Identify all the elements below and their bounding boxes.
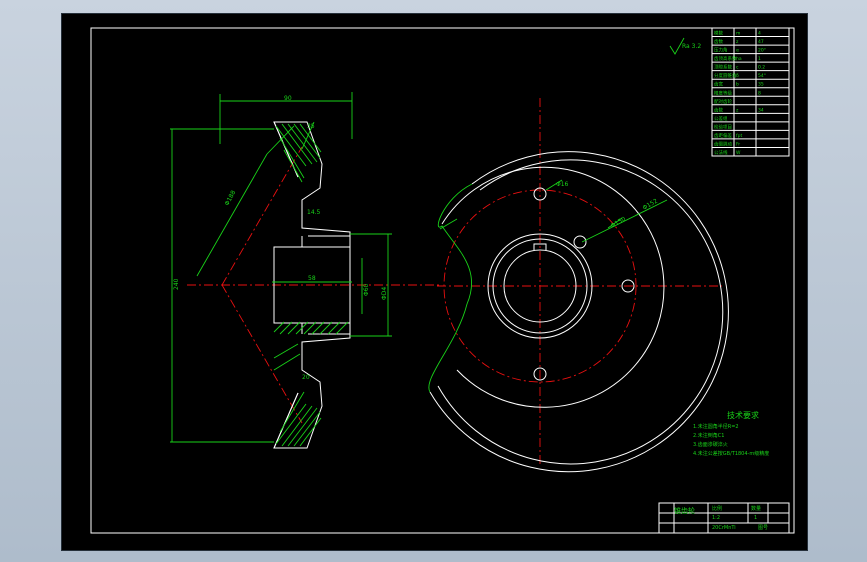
- dim-shaft-dia: Φ60: [363, 283, 370, 296]
- param-cell: 34: [758, 107, 764, 113]
- param-cell: 35: [758, 82, 764, 88]
- param-cell: 54°: [758, 73, 766, 79]
- dim-web: 20: [302, 374, 310, 381]
- param-cell: α: [736, 49, 739, 54]
- gear-section-view: 90 35 58 14.5 20 Φ60 ΦD4 240 Φ188: [170, 92, 442, 449]
- dimension-lines: [170, 92, 392, 443]
- break-line: [428, 183, 473, 393]
- hatch-lower: [275, 391, 322, 447]
- outer-ring-2: [437, 159, 724, 465]
- title-drawing-name: 锥齿轮: [674, 506, 695, 515]
- dim-tip-dia: 240: [173, 278, 180, 290]
- param-cell: 齿数: [714, 106, 723, 113]
- pitch-cone-upper: [221, 146, 303, 286]
- param-cell: z: [736, 40, 739, 45]
- param-cell: 分度圆锥角: [714, 72, 737, 79]
- title-remarks: 图号: [758, 525, 768, 531]
- param-cell: 4: [758, 31, 761, 37]
- title-qty-value: 1: [754, 515, 757, 521]
- param-cell: 压力角: [714, 47, 728, 54]
- dim-face-width: 35: [307, 123, 315, 130]
- param-cell: m: [736, 32, 740, 37]
- param-cell: 47: [758, 39, 764, 45]
- gear-parameter-table: 模数 m 4 齿数 z 47 压力角 α 20° 齿顶高系数 ha 1 顶隙系数 c 0.2 分度圆锥角 δ 54…: [711, 27, 790, 157]
- param-cell: 公法线: [714, 149, 728, 156]
- param-cell: W: [736, 150, 741, 156]
- param-cell: 8: [758, 90, 761, 96]
- param-cell: c: [736, 66, 739, 71]
- param-cell: 模数: [714, 30, 723, 37]
- param-cell: 公差组: [714, 115, 728, 122]
- drawing-frame: [90, 27, 795, 534]
- svg-text:Ra 3.2: Ra 3.2: [682, 43, 701, 50]
- param-cell: 1: [758, 56, 761, 62]
- param-cell: b: [736, 82, 739, 88]
- tech-req-title: 技术要求: [727, 410, 759, 420]
- tech-req-item-1: 1.未注圆角半径R=2: [693, 423, 739, 430]
- drawing-canvas: 90 35 58 14.5 20 Φ60 ΦD4 240 Φ188 Φ150 Φ…: [90, 27, 795, 534]
- param-cell: z: [736, 108, 739, 113]
- title-block: 锥齿轮 比例 1:2 数量 1 20CrMnTi 图号: [658, 502, 790, 534]
- tech-req-item-3: 3.齿面渗碳淬火: [693, 441, 728, 448]
- title-label-ratio: 比例: [712, 505, 722, 512]
- technical-requirements: 技术要求 1.未注圆角半径R=2 2.未注倒角C1 3.齿面渗碳淬火 4.未注公…: [693, 410, 769, 457]
- tech-req-item-4: 4.未注公差按GB/T1804-m级精度: [693, 450, 769, 457]
- bolt-hole-diag: [573, 235, 587, 249]
- param-cell: 精度等级: [714, 89, 732, 96]
- param-cell: Fr: [736, 141, 740, 147]
- param-cell: 齿顶高系数: [714, 55, 737, 62]
- dim-keyway: 14.5: [307, 209, 321, 216]
- param-cell: 检验项目: [714, 123, 732, 130]
- param-cell: 齿圈跳动: [714, 140, 732, 147]
- tech-req-item-2: 2.未注倒角C1: [693, 432, 724, 439]
- roughness-symbol: Ra 3.2: [669, 37, 701, 55]
- dim-bolt-hole: Φ16: [556, 181, 569, 188]
- dim-cone-dist: ΦD4: [381, 287, 388, 300]
- dim-bolt-circle: Φ152: [642, 197, 660, 211]
- param-cell: 齿距偏差: [714, 132, 732, 139]
- param-cell: fpt: [736, 133, 742, 139]
- param-cell: 齿数: [714, 38, 723, 45]
- param-cell: δ: [736, 73, 739, 79]
- middle-ring: [441, 166, 665, 408]
- dim-pitch-dia: Φ188: [224, 189, 238, 207]
- hatch-hub: [273, 321, 349, 371]
- pitch-cone-lower: [221, 284, 303, 424]
- param-cell: 配对齿轮: [714, 98, 732, 105]
- param-cell: 0.2: [758, 65, 765, 71]
- cad-viewport[interactable]: 90 35 58 14.5 20 Φ60 ΦD4 240 Φ188 Φ150 Φ…: [61, 13, 808, 551]
- param-cell: ha: [736, 56, 742, 62]
- dim-hub-len: 58: [308, 275, 316, 282]
- title-material: 20CrMnTi: [712, 525, 736, 531]
- gear-front-view: Φ150 Φ152 Φ16: [428, 98, 729, 473]
- title-label-qty: 数量: [751, 505, 761, 512]
- param-cell: 齿宽: [714, 81, 723, 88]
- hatch-upper: [275, 123, 322, 183]
- dim-pitch-circle: Φ150: [610, 215, 628, 229]
- param-cell: 20°: [758, 48, 766, 54]
- dim-overall-length: 90: [284, 95, 292, 102]
- title-ratio-value: 1:2: [712, 515, 720, 521]
- param-cell: 顶隙系数: [714, 64, 732, 71]
